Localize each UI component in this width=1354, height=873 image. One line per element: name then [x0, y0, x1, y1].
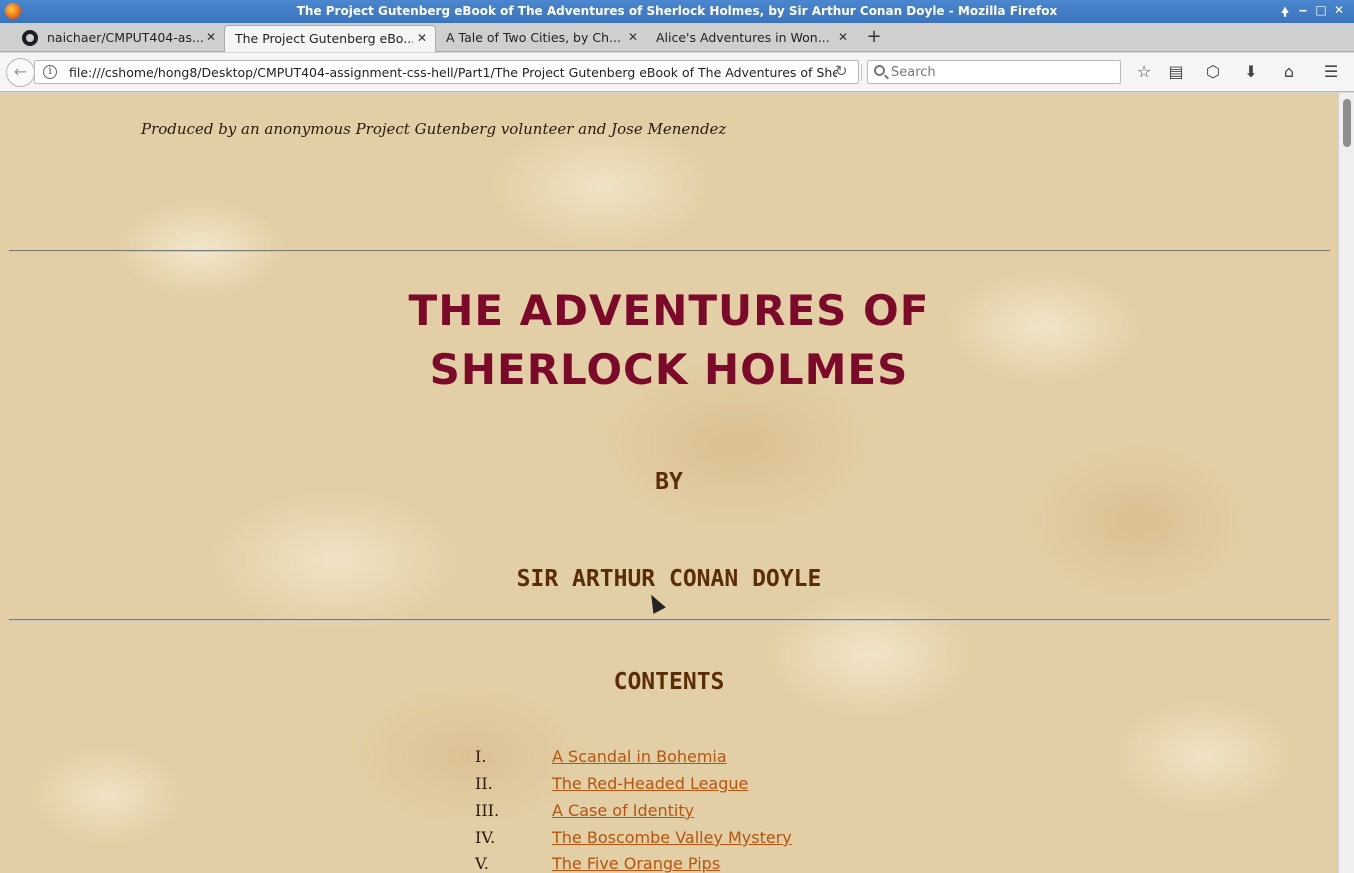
bookmark-star-icon[interactable]: ☆	[1133, 62, 1155, 84]
book-title-line-1: THE ADVENTURES OF	[408, 286, 930, 335]
close-tab-icon[interactable]: ✕	[206, 30, 216, 44]
close-tab-icon[interactable]: ✕	[628, 30, 638, 44]
menu-icon[interactable]: ☰	[1320, 62, 1342, 84]
toc-link-case-of-identity[interactable]: A Case of Identity	[552, 801, 694, 820]
maximize-icon[interactable]: □	[1313, 3, 1329, 17]
divider	[9, 619, 1330, 621]
downloads-icon[interactable]: ⬇	[1240, 62, 1262, 84]
github-icon	[22, 30, 38, 46]
close-tab-icon[interactable]: ✕	[417, 31, 427, 45]
site-info-icon[interactable]: i	[43, 65, 57, 79]
scrollbar-thumb[interactable]	[1343, 99, 1351, 147]
tab-alice[interactable]: Alice's Adventures in Won... ✕	[646, 25, 856, 52]
navigation-toolbar: ← i ↻ ☆ ▤ ⬡ ⬇ ⌂ ☰	[0, 53, 1354, 92]
toc-number: I.	[475, 747, 487, 766]
tab-sherlock-holmes[interactable]: The Project Gutenberg eBo... ✕	[224, 25, 436, 52]
toc-number: V.	[475, 854, 489, 873]
toc-link-red-headed-league[interactable]: The Red-Headed League	[552, 774, 748, 793]
toc-link-scandal-in-bohemia[interactable]: A Scandal in Bohemia	[552, 747, 727, 766]
toc-number: II.	[475, 774, 493, 793]
vertical-scrollbar[interactable]	[1338, 93, 1354, 873]
author-heading: SIR ARTHUR CONAN DOYLE	[516, 566, 822, 592]
reload-icon[interactable]: ↻	[835, 62, 848, 80]
window-up-icon[interactable]: 🠝	[1277, 3, 1293, 24]
tab-label: The Project Gutenberg eBo...	[235, 31, 413, 46]
url-input[interactable]	[69, 64, 837, 81]
reading-list-icon[interactable]: ▤	[1165, 62, 1187, 84]
toc-link-boscombe-valley-mystery[interactable]: The Boscombe Valley Mystery	[552, 828, 792, 847]
tab-label: naichaer/CMPUT404-as...	[47, 30, 204, 45]
search-input[interactable]	[891, 64, 1116, 81]
close-tab-icon[interactable]: ✕	[838, 30, 848, 44]
window-titlebar: The Project Gutenberg eBook of The Adven…	[0, 0, 1354, 23]
toc-link-five-orange-pips[interactable]: The Five Orange Pips	[552, 854, 720, 873]
url-separator	[861, 64, 862, 81]
page-viewport: Produced by an anonymous Project Gutenbe…	[0, 93, 1338, 873]
toc-number: IV.	[475, 828, 496, 847]
contents-heading: CONTENTS	[613, 669, 725, 695]
tab-tale-of-two-cities[interactable]: A Tale of Two Cities, by Ch... ✕	[436, 25, 646, 52]
tab-label: Alice's Adventures in Won...	[656, 30, 830, 45]
new-tab-icon[interactable]: +	[864, 26, 884, 47]
tab-github[interactable]: naichaer/CMPUT404-as... ✕	[16, 25, 224, 52]
search-bar[interactable]	[867, 60, 1121, 84]
tab-label: A Tale of Two Cities, by Ch...	[446, 30, 621, 45]
search-icon	[874, 65, 885, 76]
divider	[9, 250, 1330, 252]
toc-number: III.	[475, 801, 500, 820]
book-title-line-2: SHERLOCK HOLMES	[429, 345, 909, 394]
tab-strip: naichaer/CMPUT404-as... ✕ The Project Gu…	[0, 23, 1354, 52]
close-window-icon[interactable]: ✕	[1331, 3, 1347, 17]
produced-by-credit: Produced by an anonymous Project Gutenbe…	[141, 120, 727, 138]
url-bar[interactable]: i ↻	[34, 60, 862, 84]
back-arrow-icon: ←	[13, 62, 28, 81]
minimize-icon[interactable]: ‒	[1295, 3, 1311, 17]
back-button[interactable]: ←	[6, 58, 35, 87]
window-title: The Project Gutenberg eBook of The Adven…	[296, 4, 1058, 18]
home-icon[interactable]: ⌂	[1278, 62, 1300, 84]
by-heading: BY	[655, 469, 683, 495]
pocket-icon[interactable]: ⬡	[1202, 62, 1224, 84]
